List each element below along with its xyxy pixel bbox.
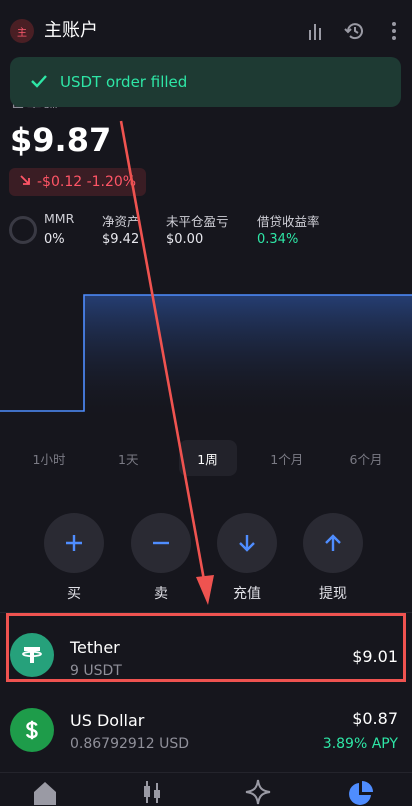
stat-net-assets-value: $9.42 <box>102 232 140 247</box>
sell-label: 卖 <box>154 586 168 602</box>
account-avatar[interactable]: 主 <box>10 19 34 43</box>
plus-icon <box>66 535 82 551</box>
tab-1w[interactable]: 1周 <box>178 440 237 476</box>
buy-label: 买 <box>67 586 81 602</box>
avatar-char: 主 <box>17 27 27 39</box>
stat-mmr-label: MMR <box>44 211 75 226</box>
more-vertical-icon[interactable] <box>381 18 407 44</box>
history-icon[interactable] <box>341 18 367 44</box>
deposit-button[interactable] <box>217 513 277 573</box>
home-icon[interactable] <box>29 779 61 806</box>
balance-chart[interactable] <box>0 290 412 416</box>
stat-unrealized-pnl-value: $0.00 <box>166 232 204 247</box>
stat-unrealized-pnl-label: 未平仓盈亏 <box>166 214 229 229</box>
asset-amount: 0.86792912 USD <box>70 736 189 752</box>
minus-icon <box>153 541 169 545</box>
deposit-label: 充值 <box>233 586 261 602</box>
dollar-icon <box>10 708 54 752</box>
tab-6m[interactable]: 6个月 <box>337 440 395 476</box>
arrow-down-icon <box>239 535 255 552</box>
asset-value: $0.87 <box>352 709 398 728</box>
asset-name: US Dollar <box>70 711 145 730</box>
arrow-up-icon <box>325 534 341 551</box>
arrow-down-right-icon <box>19 174 31 190</box>
candlestick-icon[interactable] <box>136 779 168 806</box>
page-title[interactable]: 主账户 <box>44 19 98 43</box>
tab-1d[interactable]: 1天 <box>99 440 157 476</box>
stat-mmr-value: 0% <box>44 232 65 247</box>
tab-1m[interactable]: 1个月 <box>258 440 316 476</box>
stat-lending-yield-label: 借贷收益率 <box>257 214 320 229</box>
bottom-nav <box>0 772 412 806</box>
withdraw-label: 提现 <box>319 586 347 602</box>
order-filled-toast[interactable]: USDT order filled <box>10 57 401 107</box>
withdraw-button[interactable] <box>303 513 363 573</box>
balance-change-text: -$0.12 -1.20% <box>37 174 137 190</box>
time-range-tabs: 1小时 1天 1周 1个月 6个月 <box>20 440 395 476</box>
pie-chart-icon[interactable] <box>345 779 377 806</box>
annotation-highlight-box <box>6 613 406 682</box>
chart-bars-icon[interactable] <box>303 18 329 44</box>
mmr-ring-icon <box>9 216 37 244</box>
balance-change-badge: -$0.12 -1.20% <box>9 168 147 196</box>
stat-net-assets-label: 净资产 <box>102 214 140 229</box>
toast-message: USDT order filled <box>60 73 188 91</box>
check-icon <box>30 73 48 92</box>
tab-1h[interactable]: 1小时 <box>20 440 78 476</box>
stat-lending-yield-value: 0.34% <box>257 232 299 247</box>
asset-apy: 3.89% APY <box>322 736 398 752</box>
buy-button[interactable] <box>44 513 104 573</box>
sparkle-icon[interactable] <box>242 779 274 806</box>
sell-button[interactable] <box>131 513 191 573</box>
total-balance-value: $9.87 <box>10 121 112 159</box>
